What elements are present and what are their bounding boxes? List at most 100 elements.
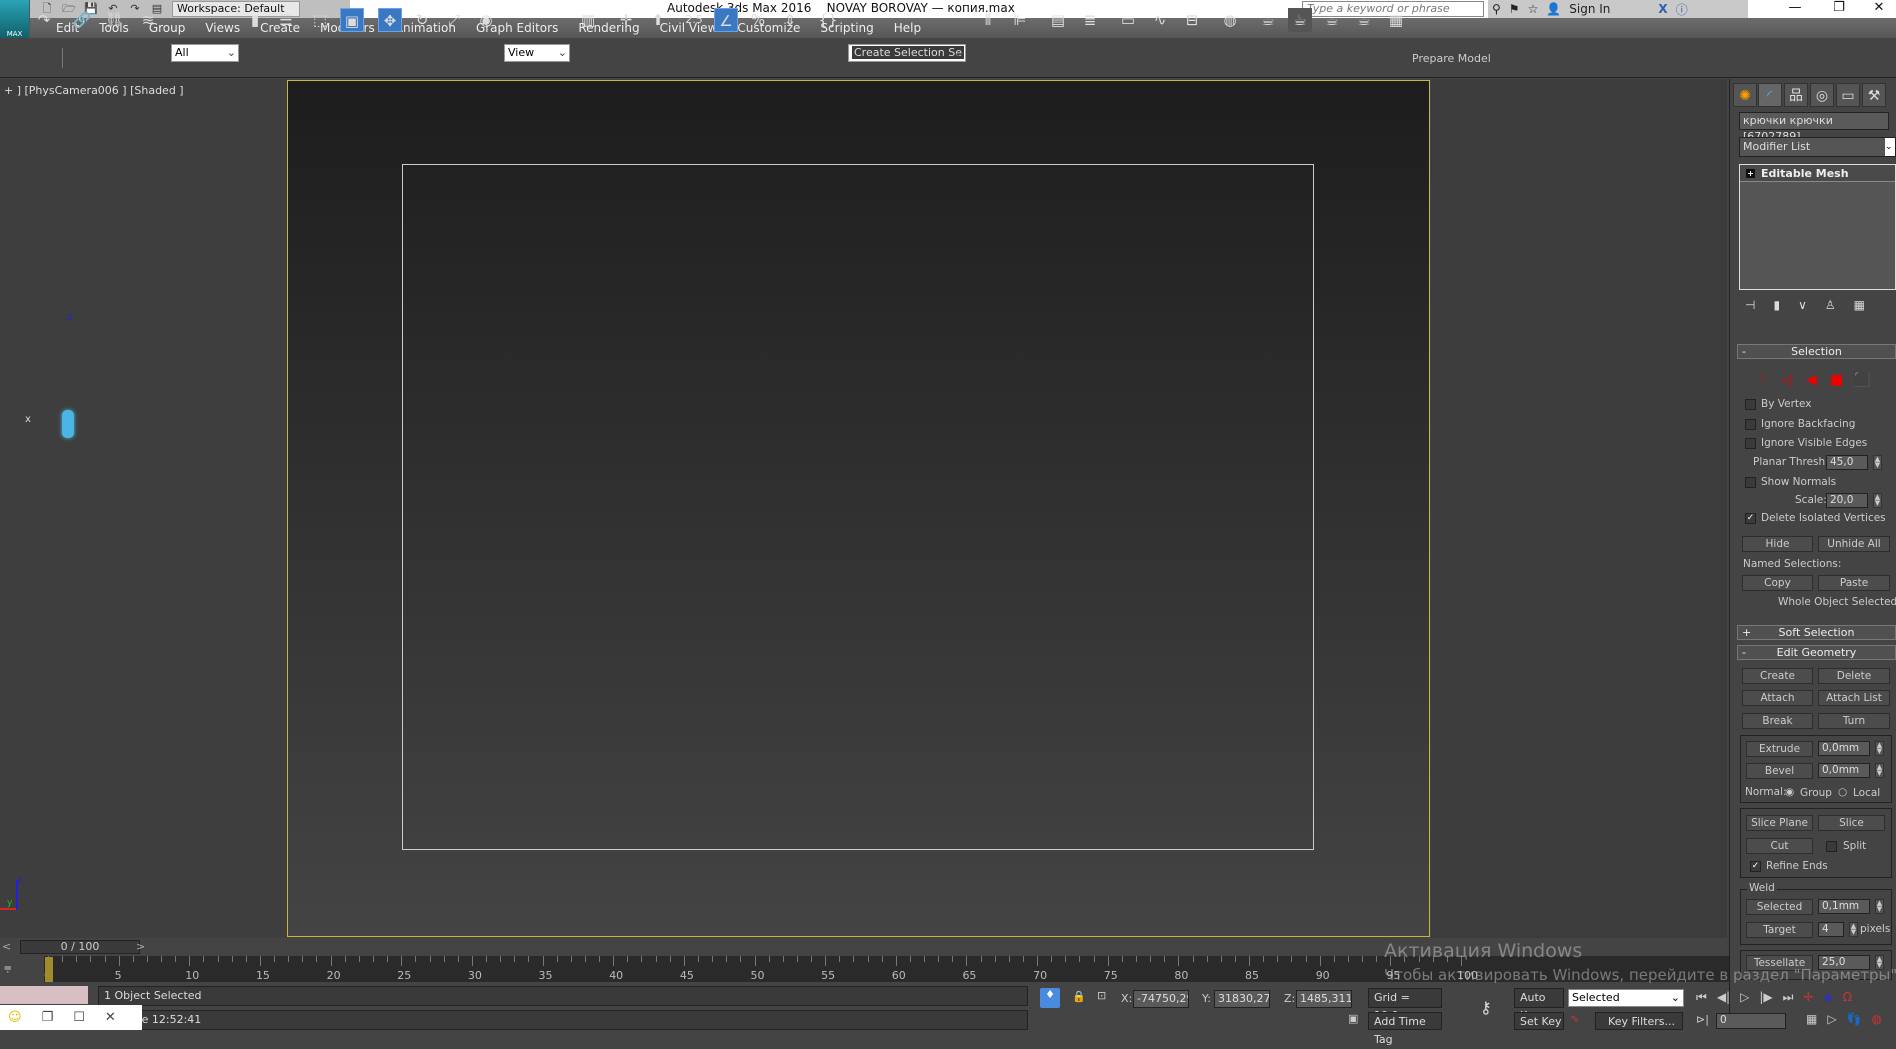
vertex-subobject-icon[interactable]: ⁖: [1758, 372, 1766, 388]
snaps-toggle-icon[interactable]: 2.5: [682, 8, 706, 32]
slice-button[interactable]: Slice: [1818, 815, 1885, 831]
go-to-end-icon[interactable]: ⏭: [1783, 990, 1794, 1005]
key-filters-button[interactable]: Key Filters...: [1595, 1012, 1683, 1030]
copy-button[interactable]: Copy: [1742, 575, 1813, 591]
select-object-icon[interactable]: ▮: [243, 8, 267, 32]
time-slider-prev[interactable]: <: [2, 940, 11, 953]
stack-item-editable-mesh[interactable]: + Editable Mesh: [1740, 165, 1895, 182]
time-slider-next[interactable]: >: [136, 940, 145, 953]
z-coordinate-input[interactable]: 1485,311m: [1296, 990, 1352, 1008]
window-crossing-icon[interactable]: ▣: [340, 8, 364, 32]
paste-button[interactable]: Paste: [1818, 575, 1890, 591]
extrude-amount-input[interactable]: 0,0mm: [1818, 741, 1870, 756]
delete-isolated-vertices-checkbox[interactable]: ✓: [1745, 513, 1756, 524]
time-configuration-icon[interactable]: ▦: [1806, 1012, 1817, 1026]
orbit-camera-icon[interactable]: ◍: [1872, 1012, 1882, 1026]
weld-selected-button[interactable]: Selected: [1746, 899, 1813, 915]
weld-target-pixels-input[interactable]: 4: [1818, 922, 1844, 937]
viewport-label[interactable]: + ] [PhysCamera006 ] [Shaded ]: [4, 84, 184, 97]
pivot-center-icon[interactable]: ▥: [576, 8, 600, 32]
show-end-result-icon[interactable]: ▮: [1773, 298, 1780, 316]
select-and-move-icon[interactable]: ✥: [378, 8, 402, 32]
ignore-backfacing-checkbox[interactable]: [1745, 419, 1756, 430]
rollout-selection-header[interactable]: - Selection: [1737, 344, 1896, 359]
field-of-view-icon[interactable]: ▷: [1827, 1012, 1836, 1026]
help-icon[interactable]: ⓘ: [1676, 1, 1688, 18]
configure-modifier-sets-icon[interactable]: ▦: [1854, 298, 1865, 316]
prepare-model-label[interactable]: Prepare Model: [1412, 52, 1491, 65]
tab-utilities[interactable]: ⚒: [1862, 83, 1886, 107]
place-icon[interactable]: ◉: [474, 8, 498, 32]
auto-key-button[interactable]: Auto Key: [1514, 988, 1564, 1022]
rollout-edit-geometry-header[interactable]: - Edit Geometry: [1737, 645, 1896, 660]
x-coordinate-input[interactable]: -74750,29: [1133, 990, 1189, 1008]
split-checkbox[interactable]: [1826, 841, 1837, 852]
close-icon[interactable]: ✕: [105, 1010, 116, 1025]
reference-coordinate-dropdown[interactable]: View ⌄: [504, 44, 570, 62]
weld-target-button[interactable]: Target: [1746, 922, 1813, 938]
y-coordinate-input[interactable]: 31830,277: [1214, 990, 1270, 1008]
curve-editor-icon[interactable]: ∿: [1148, 8, 1172, 32]
set-key-mode-key-icon[interactable]: ⚷: [1480, 998, 1492, 1017]
redo-icon[interactable]: ↷: [32, 8, 56, 32]
modifier-list-dropdown[interactable]: Modifier List ⌄: [1739, 137, 1896, 157]
mirror-icon[interactable]: ⫴: [976, 8, 1000, 32]
rectangular-selection-icon[interactable]: ⬚: [308, 8, 332, 32]
face-subobject-icon[interactable]: ◀: [1806, 372, 1817, 388]
turn-button[interactable]: Turn: [1818, 713, 1890, 729]
previous-frame-icon[interactable]: ◀|: [1717, 990, 1730, 1005]
menu-views[interactable]: Views: [195, 21, 250, 35]
go-to-start-icon[interactable]: ⏮: [1696, 990, 1707, 1005]
tab-hierarchy[interactable]: 品: [1784, 83, 1808, 107]
manipulate-icon[interactable]: ✛: [614, 8, 638, 32]
edit-named-selection-icon[interactable]: {}: [816, 8, 840, 32]
select-and-link-icon[interactable]: 🔗: [70, 8, 94, 32]
zoom-icon[interactable]: ✛: [1803, 990, 1813, 1005]
key-mode-dropdown[interactable]: Selected ⌄: [1568, 989, 1684, 1007]
spinner-snap-icon[interactable]: ⇕: [778, 8, 802, 32]
polygon-subobject-icon[interactable]: ■: [1830, 372, 1843, 388]
play-icon[interactable]: ▷: [1740, 990, 1749, 1005]
app-menu-logo[interactable]: MAX: [0, 0, 30, 38]
add-time-tag-button[interactable]: Add Time Tag: [1368, 1012, 1442, 1046]
attach-list-button[interactable]: Attach List: [1818, 690, 1890, 706]
planar-thresh-spinner[interactable]: ▲ ▼: [1873, 455, 1882, 470]
edge-subobject-icon[interactable]: ◁: [1781, 372, 1792, 388]
refine-ends-checkbox[interactable]: ✓: [1750, 861, 1761, 872]
current-frame-input[interactable]: 0: [1716, 1013, 1786, 1029]
render-production-icon[interactable]: ☕: [1320, 8, 1344, 32]
slice-plane-button[interactable]: Slice Plane: [1746, 815, 1813, 831]
rendered-frame-window-icon[interactable]: ☕: [1288, 8, 1312, 32]
viewport-left-region[interactable]: [0, 79, 287, 938]
toggle-ribbon-icon[interactable]: ▭: [1116, 8, 1140, 32]
angle-snap-icon[interactable]: ∠: [714, 8, 738, 32]
create-button[interactable]: Create: [1742, 668, 1813, 684]
expand-icon[interactable]: +: [1746, 168, 1755, 178]
set-key-button[interactable]: Set Key: [1514, 1012, 1564, 1030]
tab-modify[interactable]: ◜: [1758, 83, 1782, 107]
material-editor-icon[interactable]: ◍: [1218, 8, 1242, 32]
align-icon[interactable]: ⊫: [1008, 8, 1032, 32]
select-and-scale-icon[interactable]: ⤢: [442, 8, 466, 32]
key-mode-toggle-icon[interactable]: ⊳|: [1696, 1013, 1709, 1026]
weld-target-spinner[interactable]: ▲ ▼: [1849, 922, 1858, 937]
normal-scale-input[interactable]: 20,0: [1826, 493, 1868, 508]
tab-motion[interactable]: ◎: [1810, 83, 1834, 107]
maximize-icon[interactable]: ☐: [73, 1010, 85, 1025]
frame-counter[interactable]: 0 / 100: [20, 940, 140, 954]
planar-thresh-input[interactable]: 45,0: [1826, 455, 1868, 470]
hide-button[interactable]: Hide: [1742, 536, 1813, 552]
tab-create[interactable]: ✺: [1733, 83, 1757, 107]
element-subobject-icon[interactable]: ⬛: [1853, 372, 1870, 388]
next-frame-icon[interactable]: |▶: [1759, 990, 1772, 1005]
mini-curve-editor-toggle-icon[interactable]: ⩦: [4, 960, 12, 975]
break-button[interactable]: Break: [1742, 713, 1813, 729]
ignore-visible-edges-checkbox[interactable]: [1745, 438, 1756, 449]
schematic-view-icon[interactable]: ⊟: [1180, 8, 1204, 32]
weld-threshold-spinner[interactable]: ▲ ▼: [1875, 899, 1884, 914]
remove-modifier-icon[interactable]: ♙: [1825, 298, 1836, 316]
walk-through-icon[interactable]: 👣: [1847, 1012, 1862, 1026]
weld-threshold-input[interactable]: 0,1mm: [1818, 899, 1870, 914]
subscription-icon[interactable]: ⚑: [1509, 2, 1520, 16]
bind-space-warp-icon[interactable]: ≋: [136, 8, 160, 32]
